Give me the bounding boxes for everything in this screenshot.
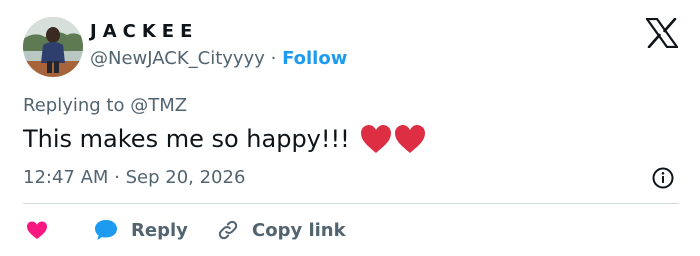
tweet-body: This makes me so happy!!! bbox=[23, 124, 426, 154]
heart-emojis bbox=[360, 124, 426, 154]
follow-button[interactable]: Follow bbox=[282, 48, 347, 69]
replying-to[interactable]: Replying to @TMZ bbox=[23, 95, 187, 116]
info-icon[interactable] bbox=[651, 166, 675, 190]
red-heart-emoji-icon bbox=[360, 125, 391, 153]
link-icon bbox=[218, 220, 238, 240]
speech-bubble-icon bbox=[95, 220, 117, 240]
separator-dot: · bbox=[270, 48, 277, 69]
red-heart-emoji-icon bbox=[394, 125, 425, 153]
x-logo-icon[interactable] bbox=[646, 18, 678, 48]
user-handle[interactable]: @NewJACK_Cityyyy bbox=[90, 48, 265, 69]
divider bbox=[23, 203, 679, 204]
reply-label: Reply bbox=[131, 219, 188, 241]
handle-row: @NewJACK_Cityyyy · Follow bbox=[90, 48, 347, 69]
like-button[interactable] bbox=[25, 215, 49, 245]
reply-button[interactable]: Reply bbox=[93, 215, 188, 245]
avatar[interactable] bbox=[23, 17, 83, 77]
heart-icon bbox=[27, 221, 47, 239]
copy-link-label: Copy link bbox=[252, 219, 346, 241]
avatar-image bbox=[23, 17, 83, 77]
tweet-timestamp[interactable]: 12:47 AM · Sep 20, 2026 bbox=[23, 167, 245, 188]
copy-link-button[interactable]: Copy link bbox=[216, 215, 346, 245]
tweet-text: This makes me so happy!!! bbox=[23, 125, 350, 153]
display-name[interactable]: JACKEE bbox=[90, 21, 198, 42]
